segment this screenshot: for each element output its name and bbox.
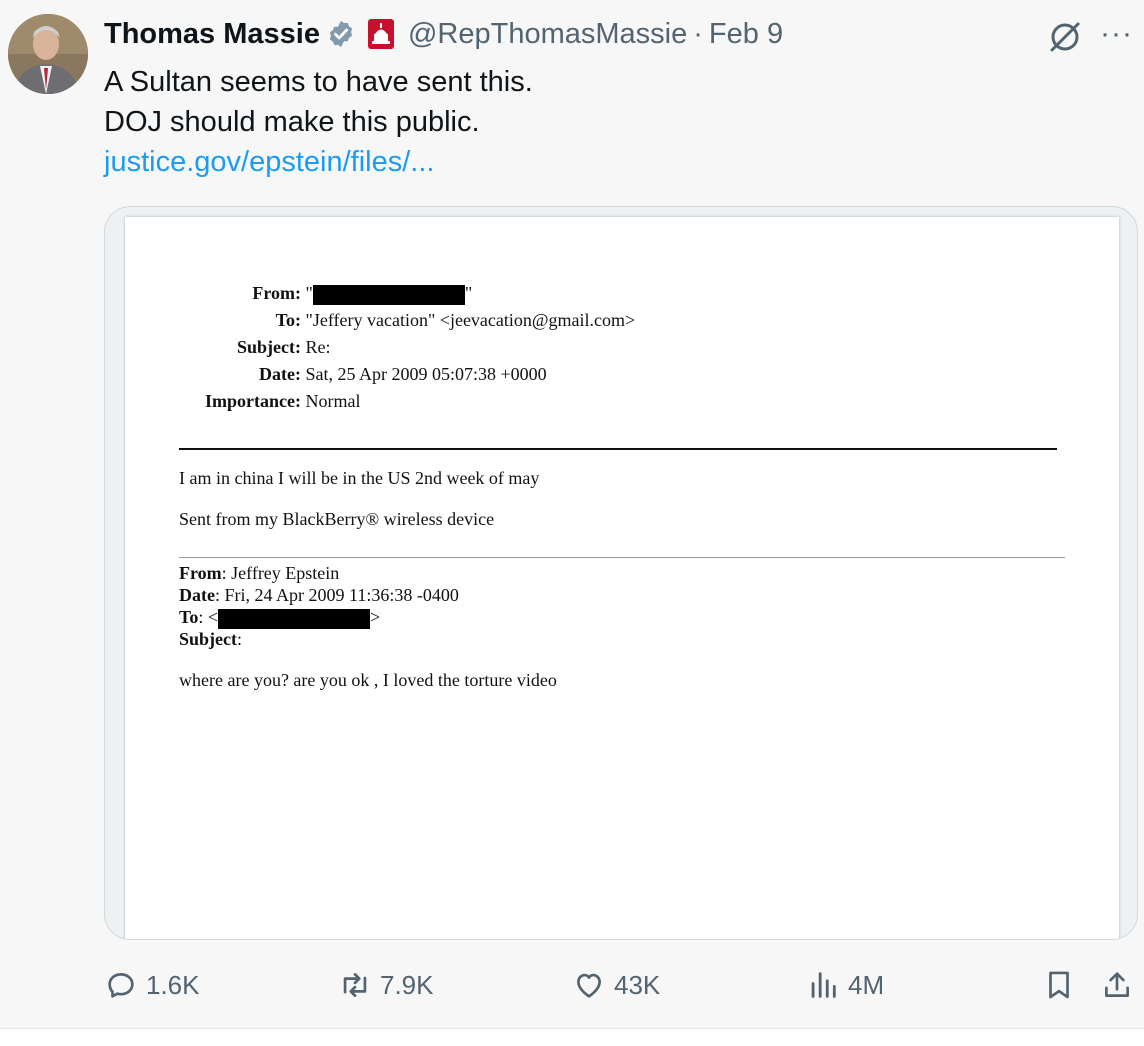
doc-from-quote-close: "	[464, 283, 473, 303]
fw-from-label: From	[179, 563, 222, 583]
fw-date-value: : Fri, 24 Apr 2009 11:36:38 -0400	[214, 585, 459, 605]
repost-button[interactable]: 7.9K	[338, 968, 434, 1002]
doc-subject-value: Re:	[305, 337, 331, 357]
reply-icon	[108, 973, 134, 998]
like-icon	[577, 973, 601, 998]
grok-icon[interactable]	[1046, 18, 1084, 56]
doc-from-row: From: " "	[125, 283, 472, 305]
fw-subject-value: :	[237, 629, 243, 649]
like-button[interactable]: 43K	[572, 968, 660, 1002]
doc-body-line: Sent from my BlackBerry® wireless device	[179, 509, 495, 529]
tweet-media[interactable]: From: " " To: "Jeffery vacation" <jeevaca…	[104, 206, 1138, 940]
separator-dot: ·	[693, 17, 703, 50]
fw-body: where are you? are you ok , I loved the …	[179, 670, 557, 690]
doc-to-label: To:	[275, 310, 301, 330]
doc-to-row: To: "Jeffery vacation" <jeevacation@gmai…	[125, 310, 635, 331]
doc-subject-row: Subject: Re:	[125, 337, 331, 358]
verified-badge-icon[interactable]	[326, 19, 356, 49]
fw-subject-label: Subject	[179, 629, 237, 649]
fw-from-row: From: Jeffrey Epstein	[179, 563, 339, 584]
fw-to-prefix: : <	[198, 607, 219, 627]
views-count: 4M	[848, 969, 885, 1000]
fw-subject-row: Subject:	[179, 629, 242, 650]
fw-date-label: Date	[179, 585, 215, 605]
tweet-text-line: DOJ should make this public.	[104, 106, 480, 138]
repost-icon	[343, 973, 367, 997]
more-icon[interactable]: ···	[1100, 14, 1133, 54]
author-name[interactable]: Thomas Massie	[104, 18, 320, 51]
footer-strip	[0, 1029, 1144, 1046]
share-icon[interactable]	[1100, 968, 1134, 1002]
tweet-text-line: A Sultan seems to have sent this.	[104, 66, 533, 98]
divider	[179, 557, 1065, 558]
doc-to-value: "Jeffery vacation" <jeevacation@gmail.co…	[305, 310, 636, 330]
doc-date-value: Sat, 25 Apr 2009 05:07:38 +0000	[305, 364, 547, 384]
author-handle[interactable]: @RepThomasMassie	[408, 18, 687, 51]
like-count: 43K	[614, 969, 661, 1000]
action-bar: 1.6K 7.9K 43K 4M	[0, 962, 1144, 1012]
tweet-link[interactable]: justice.gov/epstein/files/...	[104, 142, 533, 182]
redaction-block	[218, 608, 371, 629]
email-document-image: From: " " To: "Jeffery vacation" <jeevaca…	[125, 217, 1119, 939]
reply-button[interactable]: 1.6K	[104, 968, 200, 1002]
tweet-header: Thomas Massie @RepThomasMassie · Feb 9	[104, 14, 783, 54]
doc-importance-label: Importance:	[205, 391, 301, 411]
tweet-date[interactable]: Feb 9	[709, 18, 783, 51]
repost-count: 7.9K	[380, 969, 434, 1000]
tweet-text: A Sultan seems to have sent this. DOJ sh…	[104, 62, 533, 182]
fw-from-value: : Jeffrey Epstein	[221, 563, 340, 583]
doc-date-row: Date: Sat, 25 Apr 2009 05:07:38 +0000	[125, 364, 547, 385]
fw-date-row: Date: Fri, 24 Apr 2009 11:36:38 -0400	[179, 585, 459, 606]
doc-body-line: I am in china I will be in the US 2nd we…	[179, 468, 540, 488]
fw-to-label: To	[179, 607, 199, 627]
doc-from-label: From:	[252, 283, 301, 303]
bookmark-icon[interactable]	[1042, 968, 1076, 1002]
fw-to-row: To: < >	[179, 607, 380, 629]
doc-importance-row: Importance: Normal	[125, 391, 360, 412]
doc-from-quote-open: "	[305, 283, 313, 303]
avatar-image	[8, 14, 88, 94]
redaction-block	[312, 284, 465, 305]
avatar[interactable]	[8, 14, 88, 94]
divider	[179, 448, 1057, 450]
views-icon	[811, 972, 836, 998]
reply-count: 1.6K	[146, 969, 200, 1000]
fw-to-suffix: >	[370, 607, 381, 627]
doc-subject-label: Subject:	[237, 337, 301, 357]
doc-date-label: Date:	[259, 364, 301, 384]
doc-importance-value: Normal	[305, 391, 361, 411]
views-button[interactable]: 4M	[806, 968, 884, 1002]
capitol-affiliation-icon[interactable]	[367, 19, 394, 49]
